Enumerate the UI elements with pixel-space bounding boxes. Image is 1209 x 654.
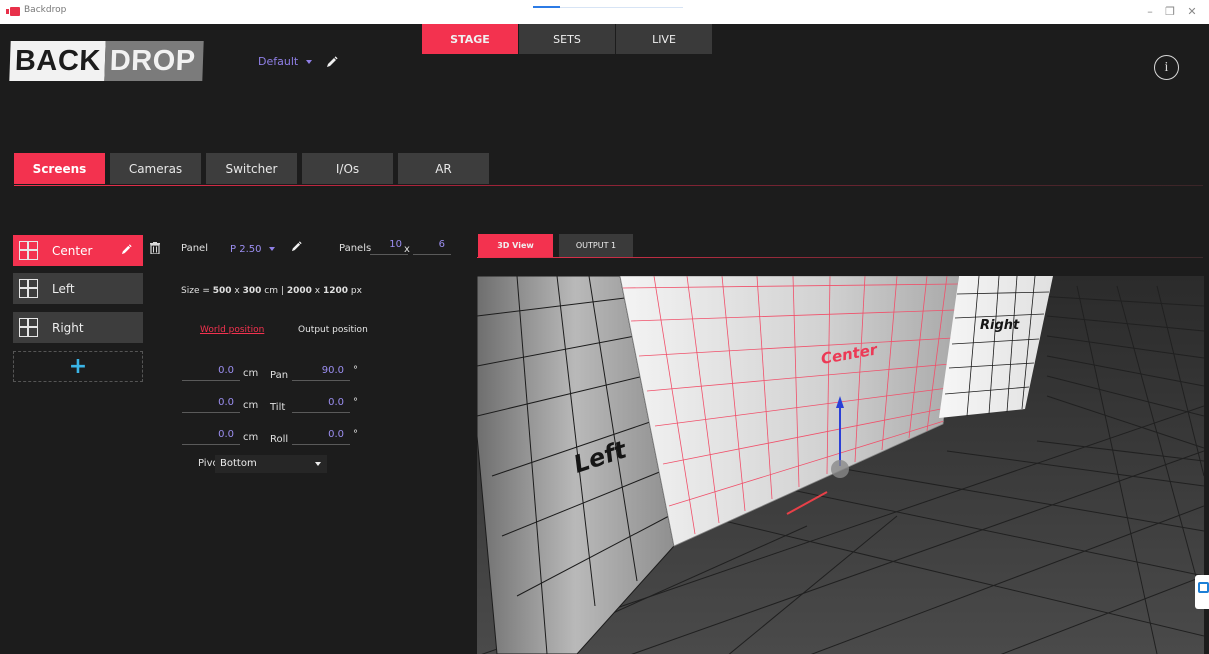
add-screen-button[interactable]: + — [13, 351, 143, 382]
roll-unit: ° — [353, 429, 358, 440]
caret-down-icon[interactable] — [315, 462, 321, 466]
screen-item-label: Center — [52, 243, 93, 258]
pivot-select[interactable]: Bottom — [215, 455, 327, 473]
screen-item-left[interactable]: Left — [13, 273, 143, 304]
tab-ar[interactable]: AR — [398, 153, 489, 184]
size-times: x — [234, 286, 240, 296]
position-y-unit: cm — [243, 400, 259, 411]
logo-part-drop: DROP — [104, 41, 204, 81]
tab-live[interactable]: LIVE — [616, 24, 712, 54]
tab-screens[interactable]: Screens — [14, 153, 105, 184]
size-px-unit: px — [350, 286, 362, 296]
panel-label: Panel — [181, 243, 208, 254]
position-x-input[interactable]: 0.0 — [182, 365, 240, 381]
plus-icon[interactable]: + — [69, 354, 87, 379]
tab-3d-view[interactable]: 3D View — [478, 234, 553, 257]
panel-select[interactable]: P 2.50 — [230, 241, 286, 257]
pencil-icon[interactable] — [291, 241, 302, 252]
size-readout: Size = 500 x 300 cm | 2000 x 1200 px — [181, 286, 362, 296]
tilt-unit: ° — [353, 397, 358, 408]
caret-down-icon[interactable] — [269, 247, 276, 251]
caret-down-icon[interactable] — [306, 59, 313, 64]
section-tabs: Screens Cameras Switcher I/Os AR — [14, 153, 489, 184]
size-times: x — [314, 286, 321, 296]
info-icon[interactable]: i — [1154, 55, 1179, 80]
tilt-label: Tilt — [270, 402, 286, 413]
profile-name[interactable]: Default — [258, 55, 298, 68]
section-divider — [14, 185, 1203, 186]
backdrop-logo: BACK DROP — [9, 41, 204, 81]
pan-input[interactable]: 90.0 — [292, 365, 350, 381]
tab-switcher[interactable]: Switcher — [206, 153, 297, 184]
app-body: BACK DROP Default STAGE SETS LIVE i Scre… — [6, 24, 1204, 654]
tab-output-position[interactable]: Output position — [298, 325, 368, 335]
size-separator: | — [280, 286, 284, 296]
loading-progress-fill — [533, 6, 560, 8]
size-cm-width: 500 — [212, 286, 232, 296]
panel-value[interactable]: P 2.50 — [230, 244, 261, 255]
grid-icon — [19, 241, 38, 260]
tab-world-position[interactable]: World position — [200, 325, 264, 335]
tab-sets[interactable]: SETS — [519, 24, 615, 54]
position-z-unit: cm — [243, 432, 259, 443]
panels-x-separator: x — [404, 244, 410, 255]
position-x-unit: cm — [243, 368, 259, 379]
tilt-input[interactable]: 0.0 — [292, 397, 350, 413]
trash-icon[interactable] — [150, 242, 160, 254]
teamviewer-side-tab[interactable] — [1195, 575, 1209, 609]
pencil-icon[interactable] — [121, 244, 132, 255]
pan-unit: ° — [353, 365, 358, 376]
roll-input[interactable]: 0.0 — [292, 429, 350, 445]
mode-tabs: STAGE SETS LIVE — [422, 24, 712, 54]
position-z-input[interactable]: 0.0 — [182, 429, 240, 445]
tab-output-1[interactable]: OUTPUT 1 — [559, 234, 633, 257]
size-px-width: 2000 — [286, 286, 312, 296]
tab-cameras[interactable]: Cameras — [110, 153, 201, 184]
app-icon — [6, 7, 20, 16]
profile-selector[interactable]: Default — [258, 55, 338, 68]
view-divider — [477, 257, 1203, 258]
window-title: Backdrop — [24, 5, 67, 15]
size-px-height: 1200 — [322, 286, 349, 296]
screen-item-right[interactable]: Right — [13, 312, 143, 343]
restore-button[interactable]: ❐ — [1160, 5, 1180, 18]
panels-count-label: Panels — [339, 243, 372, 254]
panels-x-input[interactable]: 10 — [370, 239, 408, 255]
screen-item-label: Left — [52, 281, 75, 296]
loading-progress-bar — [533, 6, 683, 8]
tab-stage[interactable]: STAGE — [422, 24, 518, 54]
scene-label-right: Right — [980, 318, 1020, 333]
panels-y-input[interactable]: 6 — [413, 239, 451, 255]
pan-label: Pan — [270, 370, 289, 381]
minimize-button[interactable]: – — [1140, 5, 1160, 18]
grid-icon — [19, 279, 38, 298]
window-titlebar: Backdrop – ❐ ✕ — [0, 0, 1209, 24]
tab-ios[interactable]: I/Os — [302, 153, 393, 184]
pivot-value[interactable]: Bottom — [220, 458, 257, 469]
roll-label: Roll — [270, 434, 289, 445]
close-button[interactable]: ✕ — [1182, 5, 1202, 18]
pencil-icon[interactable] — [326, 55, 338, 68]
3d-viewport[interactable]: Left Center Right — [477, 276, 1204, 654]
size-cm-unit: cm — [264, 286, 279, 296]
screen-item-center[interactable]: Center — [13, 235, 143, 266]
size-prefix: Size = — [181, 286, 213, 296]
size-cm-height: 300 — [242, 286, 262, 296]
logo-part-back: BACK — [9, 41, 106, 81]
screen-item-label: Right — [52, 320, 84, 335]
position-y-input[interactable]: 0.0 — [182, 397, 240, 413]
grid-icon — [19, 318, 38, 337]
